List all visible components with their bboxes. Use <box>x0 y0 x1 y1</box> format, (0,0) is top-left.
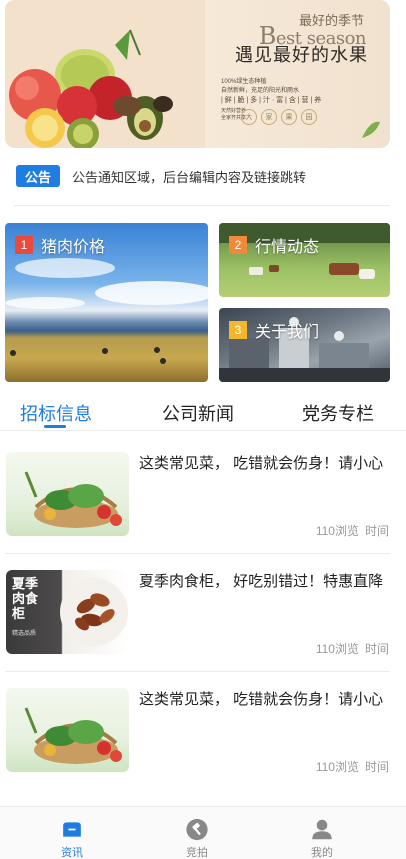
article-time: 时间 <box>364 642 389 656</box>
article-time: 时间 <box>364 524 389 538</box>
notice-badge: 公告 <box>16 165 60 187</box>
banner-copy-line: | 鲜 | 脆 | 多 | 汁 · 富 | 含 | 营 | 养 <box>221 97 322 104</box>
view-count: 110浏览 <box>315 642 359 656</box>
tile-market-news[interactable]: 2 行情动态 <box>219 223 390 297</box>
auction-hammer-icon <box>186 818 208 841</box>
fruit-illustration <box>5 0 205 148</box>
hex-badge: 大 <box>241 109 257 125</box>
vegetable-basket-image <box>24 707 122 764</box>
article-time: 时间 <box>364 760 389 774</box>
tile-number: 2 <box>229 236 247 254</box>
hex-badge: 果 <box>281 109 297 125</box>
banner-hex-row: 大 家 果 园 <box>241 109 317 125</box>
tab-bidding-info[interactable]: 招标信息 <box>20 400 92 426</box>
braised-meat-image <box>60 578 128 646</box>
tab-company-news[interactable]: 公司新闻 <box>162 400 234 426</box>
thumb-caption: 夏季 肉食 柜 <box>12 576 39 621</box>
article-meta: 110浏览 时间 <box>316 522 389 539</box>
promo-banner[interactable]: 最好的季节 Best season 遇见最好的水果 100%绿生态种植 自然新鲜… <box>5 0 390 148</box>
bottom-nav: 资讯 竞拍 我的 <box>0 806 406 859</box>
news-icon <box>63 822 81 837</box>
banner-headline: 遇见最好的水果 <box>235 45 368 65</box>
view-count: 110浏览 <box>315 524 359 538</box>
active-tab-indicator <box>44 425 66 428</box>
banner-copy-line: 100%绿生态种植 <box>221 79 267 85</box>
tile-title: 关于我们 <box>255 324 320 341</box>
article-thumbnail <box>6 688 129 772</box>
divider <box>0 430 406 431</box>
tile-label: 1 猪肉价格 <box>15 233 105 257</box>
tile-number: 1 <box>15 236 33 254</box>
divider <box>5 553 390 554</box>
view-count: 110浏览 <box>315 760 359 774</box>
tile-title: 猪肉价格 <box>41 239 106 256</box>
notice-bar[interactable]: 公告 公告通知区域，后台编辑内容及链接跳转 <box>16 164 390 188</box>
nav-label: 竞拍 <box>186 847 208 859</box>
thumb-subcaption: 精选品质 <box>12 631 37 637</box>
hex-badge: 家 <box>261 109 277 125</box>
tile-title: 行情动态 <box>255 239 320 256</box>
tile-label: 2 行情动态 <box>229 233 319 257</box>
tile-number: 3 <box>229 321 247 339</box>
list-item[interactable]: 夏季 肉食 柜 精选品质 夏季肉食柜， 好吃别错过！特惠直降 110浏览 时间 <box>0 556 406 674</box>
nav-label: 资讯 <box>61 847 83 859</box>
divider <box>14 205 390 206</box>
nav-item-news[interactable]: 资讯 <box>32 807 112 859</box>
article-title: 夏季肉食柜， 好吃别错过！特惠直降 <box>139 573 384 590</box>
list-item[interactable]: 这类常见菜， 吃错就会伤身！请小心 110浏览 时间 <box>0 438 406 556</box>
article-title: 这类常见菜， 吃错就会伤身！请小心 <box>139 691 384 708</box>
article-thumbnail: 夏季 肉食 柜 精选品质 <box>6 570 129 654</box>
vegetable-basket-image <box>24 471 122 528</box>
tile-about-us[interactable]: 3 关于我们 <box>219 308 390 382</box>
banner-copy-line: 自然新鲜，充足的阳光和雨水 <box>221 88 300 94</box>
divider <box>5 671 390 672</box>
article-meta: 110浏览 时间 <box>316 640 389 657</box>
user-icon <box>312 819 332 840</box>
hex-badge: 园 <box>301 109 317 125</box>
article-meta: 110浏览 时间 <box>316 758 389 775</box>
tile-pork-price[interactable]: 1 猪肉价格 <box>5 223 208 382</box>
nav-item-auction[interactable]: 竞拍 <box>157 807 237 859</box>
leaf-icon <box>362 121 380 138</box>
list-item[interactable]: 这类常见菜， 吃错就会伤身！请小心 110浏览 时间 <box>0 674 406 792</box>
notice-text[interactable]: 公告通知区域，后台编辑内容及链接跳转 <box>72 167 306 186</box>
nav-item-profile[interactable]: 我的 <box>282 807 362 859</box>
article-title: 这类常见菜， 吃错就会伤身！请小心 <box>139 455 384 472</box>
article-thumbnail <box>6 452 129 536</box>
tile-label: 3 关于我们 <box>229 318 319 342</box>
nav-label: 我的 <box>311 847 333 859</box>
tab-party-column[interactable]: 党务专栏 <box>302 400 374 426</box>
